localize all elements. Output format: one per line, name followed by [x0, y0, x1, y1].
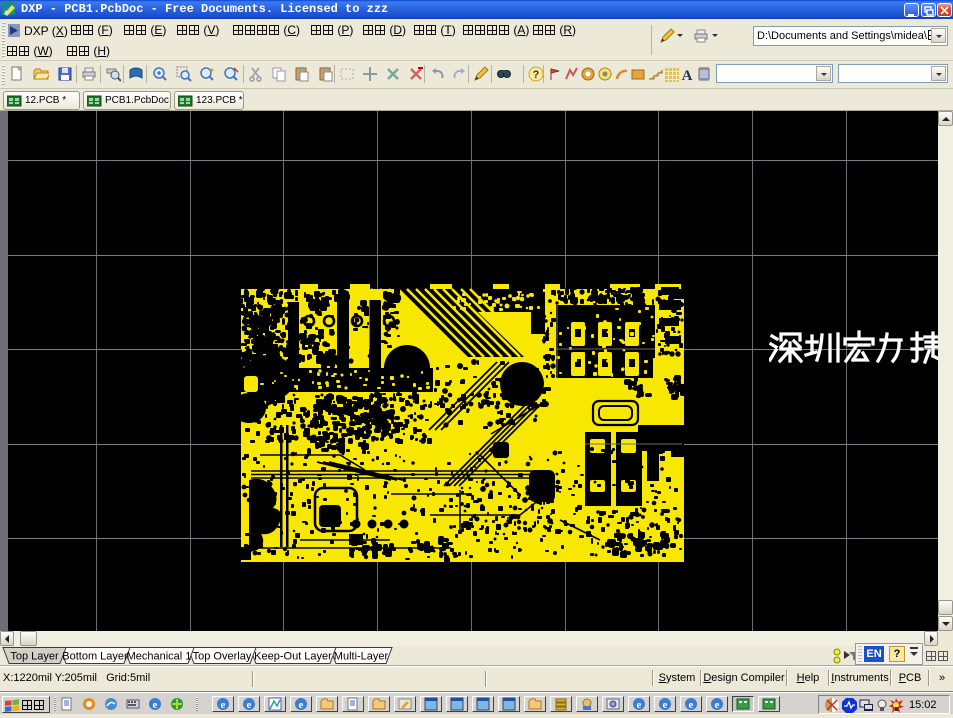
svg-text:e: e	[299, 699, 304, 711]
svg-text:Bottom Layer: Bottom Layer	[62, 651, 128, 663]
svg-text:e: e	[689, 699, 694, 711]
svg-text:e: e	[663, 699, 668, 711]
svg-text:e: e	[715, 699, 720, 711]
svg-text:Top Overlay: Top Overlay	[193, 651, 252, 663]
svg-text:Keep-Out Layer: Keep-Out Layer	[254, 651, 332, 663]
svg-text:Top Layer: Top Layer	[10, 651, 59, 663]
svg-text:?: ?	[533, 69, 540, 81]
svg-text:A: A	[682, 68, 693, 82]
svg-text:e: e	[637, 699, 642, 711]
svg-text:Mechanical 1: Mechanical 1	[127, 651, 192, 663]
svg-text:e: e	[153, 699, 158, 711]
svg-text:e: e	[221, 699, 226, 711]
svg-text:Multi-Layer: Multi-Layer	[334, 651, 389, 663]
svg-text:e: e	[247, 699, 252, 711]
